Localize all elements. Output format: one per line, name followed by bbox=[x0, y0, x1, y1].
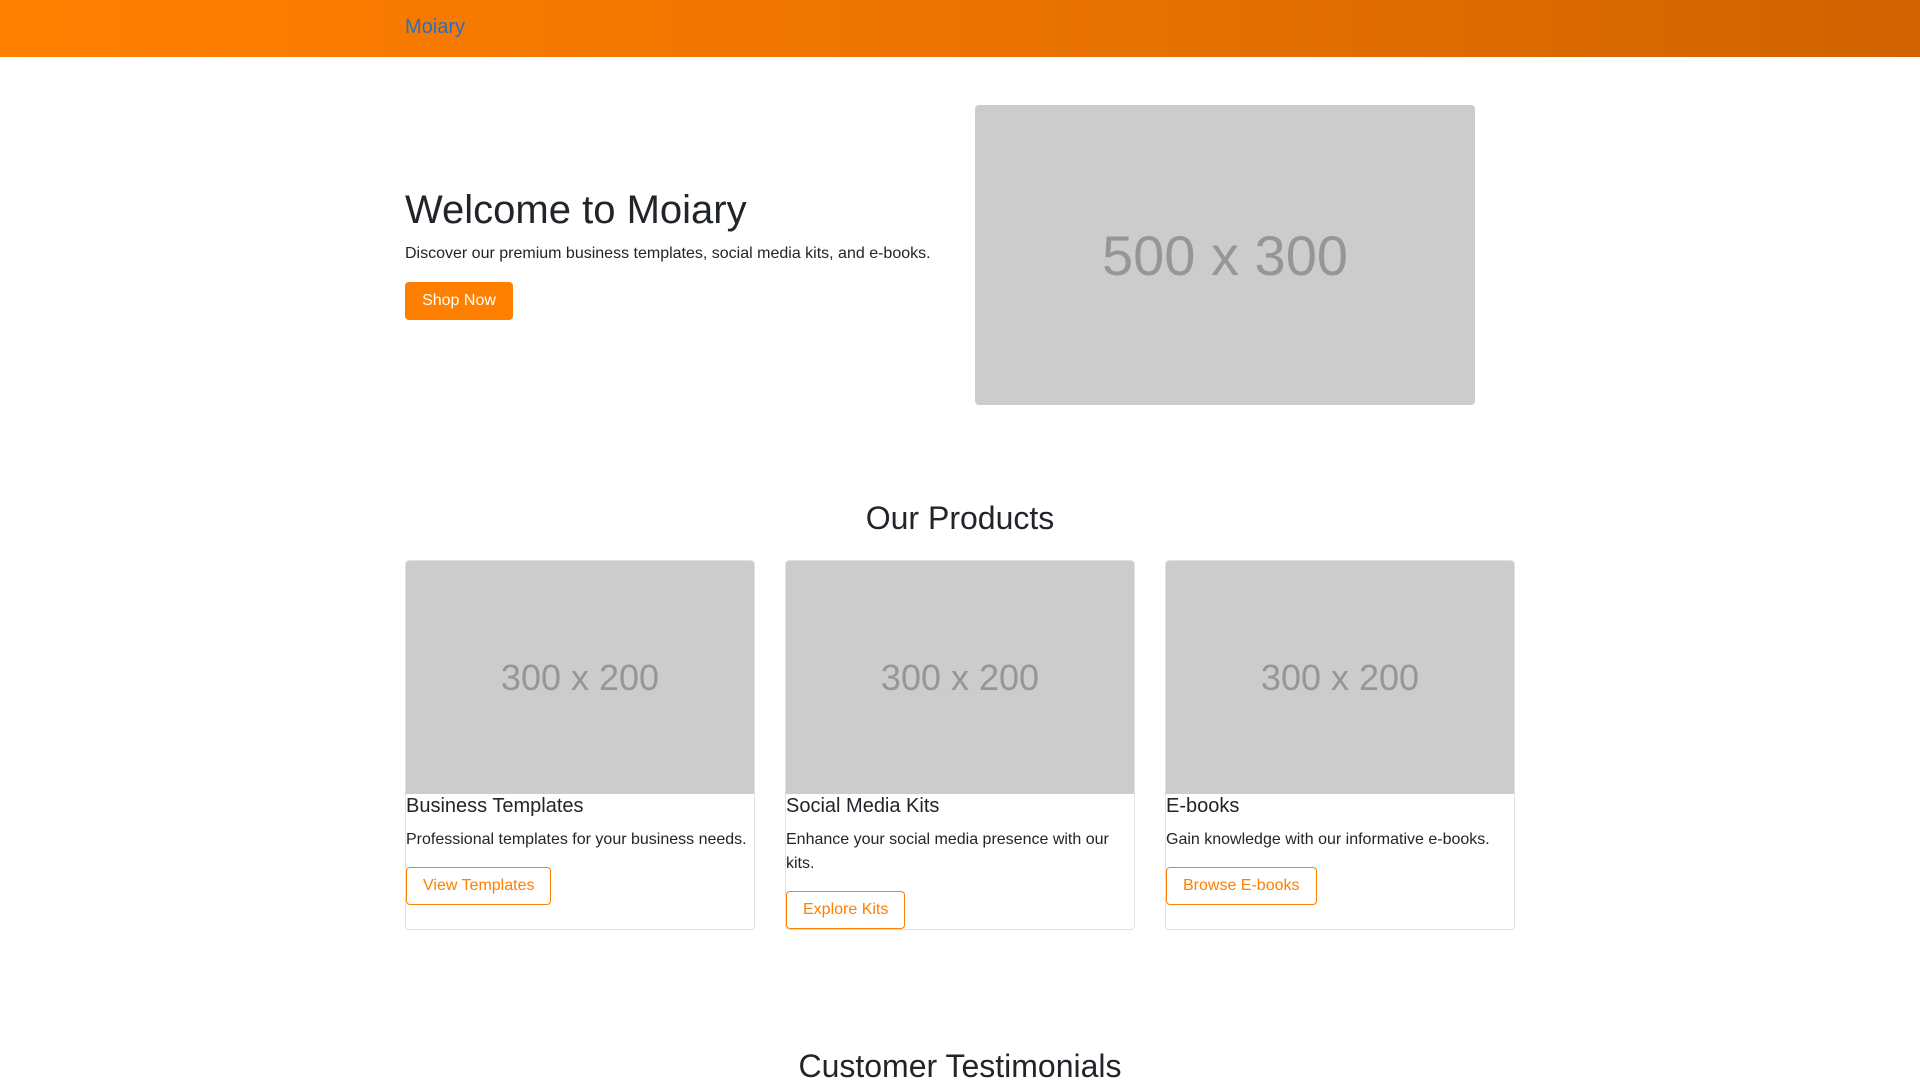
testimonials-section-title: Customer Testimonials bbox=[798, 1048, 1122, 1080]
shop-now-button[interactable]: Shop Now bbox=[405, 282, 513, 320]
product-image-placeholder: 300 x 200 bbox=[786, 561, 1134, 794]
hero-image-label: 500 x 300 bbox=[1102, 223, 1348, 287]
product-image-label: 300 x 200 bbox=[500, 656, 660, 698]
products-section-title: Our Products bbox=[865, 500, 1055, 536]
top-navbar: Moiary bbox=[0, 0, 1920, 57]
product-card-business-templates: 300 x 200 Business Templates Professiona… bbox=[405, 560, 755, 930]
product-image-placeholder: 300 x 200 bbox=[406, 561, 754, 794]
product-image-label: 300 x 200 bbox=[1260, 656, 1420, 698]
explore-kits-button[interactable]: Explore Kits bbox=[786, 891, 906, 929]
view-templates-button[interactable]: View Templates bbox=[406, 867, 552, 905]
product-description: Enhance your social media presence with … bbox=[786, 831, 1109, 872]
product-title: E-books bbox=[1166, 795, 1240, 817]
product-description: Gain knowledge with our informative e-bo… bbox=[1166, 831, 1490, 848]
browse-e-books-button[interactable]: Browse E-books bbox=[1166, 867, 1317, 905]
product-card-e-books: 300 x 200 E-books Gain knowledge with ou… bbox=[1165, 560, 1515, 930]
product-image-label: 300 x 200 bbox=[880, 656, 1040, 698]
hero-subtitle: Discover our premium business templates,… bbox=[405, 245, 931, 262]
product-card-social-media-kits: 300 x 200 Social Media Kits Enhance your… bbox=[785, 560, 1135, 930]
product-title: Social Media Kits bbox=[786, 795, 940, 817]
hero-title: Welcome to Moiary bbox=[405, 188, 747, 232]
product-title: Business Templates bbox=[406, 795, 584, 817]
product-image-placeholder: 300 x 200 bbox=[1166, 561, 1514, 794]
hero-image-placeholder: 500 x 300 bbox=[975, 105, 1475, 405]
product-description: Professional templates for your business… bbox=[406, 831, 747, 848]
brand-link[interactable]: Moiary bbox=[405, 14, 465, 40]
